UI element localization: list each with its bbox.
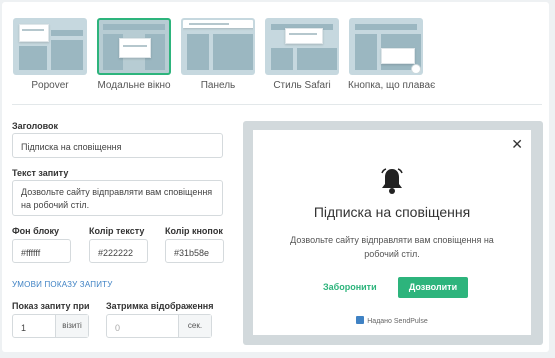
visit-unit: візиті (55, 315, 88, 337)
bg-color-input[interactable]: #ffffff (12, 239, 71, 263)
bg-color-label: Фон блоку (12, 226, 60, 236)
sendpulse-icon (356, 316, 365, 324)
style-label-modal: Модальне вікно (97, 80, 171, 91)
style-label-safari: Стиль Safari (273, 80, 331, 91)
settings-panel: Popover Модальне вікно Панель Стиль Safa… (2, 2, 549, 352)
text-color-label: Колір тексту (89, 226, 145, 236)
divider (12, 104, 542, 105)
style-label-popover: Popover (31, 80, 69, 91)
request-text-input[interactable]: Дозвольте сайту відправляти вам сповіщен… (12, 180, 223, 216)
safari-thumbnail (265, 18, 339, 75)
panel-thumbnail (181, 18, 255, 75)
preview-text: Дозвольте сайту відправляти вам сповіщен… (290, 235, 494, 259)
popover-thumbnail (13, 18, 87, 75)
delay-placeholder: 0 (115, 323, 121, 333)
style-label-panel: Панель (200, 80, 236, 91)
button-color-input[interactable]: #31b58e (165, 239, 224, 263)
style-label-floating: Кнопка, що плаває (348, 80, 436, 91)
title-input[interactable]: Підписка на сповіщення (12, 133, 223, 158)
floating-thumbnail (349, 18, 423, 75)
preview-title: Підписка на сповіщення (313, 204, 471, 220)
style-option-floating[interactable]: Кнопка, що плаває (348, 18, 436, 91)
notification-modal: ✕ Підписка на сповіщення Дозвольте сайту… (253, 130, 531, 335)
display-conditions-link[interactable]: УМОВИ ПОКАЗУ ЗАПИТУ (12, 280, 113, 289)
close-icon[interactable]: ✕ (511, 136, 523, 153)
allow-button[interactable]: Дозволити (398, 277, 468, 298)
text-color-input[interactable]: #222222 (89, 239, 148, 263)
style-option-panel[interactable]: Панель (180, 18, 256, 91)
delay-label: Затримка відображення (106, 301, 214, 311)
preview-area: ✕ Підписка на сповіщення Дозвольте сайту… (243, 121, 543, 345)
deny-button[interactable]: Заборонити (323, 282, 377, 292)
seconds-unit: сек. (178, 315, 211, 337)
bell-icon (381, 168, 403, 194)
style-picker: Popover Модальне вікно Панель Стиль Safa… (12, 18, 436, 91)
button-color-label: Колір кнопок (165, 226, 223, 236)
style-option-popover[interactable]: Popover (12, 18, 88, 91)
show-on-label: Показ запиту при (12, 301, 90, 311)
show-on-visit-value: 1 (21, 323, 27, 333)
powered-by-text: Надано SendPulse (367, 318, 428, 325)
modal-thumbnail (97, 18, 171, 75)
style-option-safari[interactable]: Стиль Safari (264, 18, 340, 91)
title-label: Заголовок (12, 121, 59, 131)
powered-by: Надано SendPulse (253, 316, 531, 325)
request-text-label: Текст запиту (12, 168, 69, 178)
style-option-modal[interactable]: Модальне вікно (96, 18, 172, 91)
